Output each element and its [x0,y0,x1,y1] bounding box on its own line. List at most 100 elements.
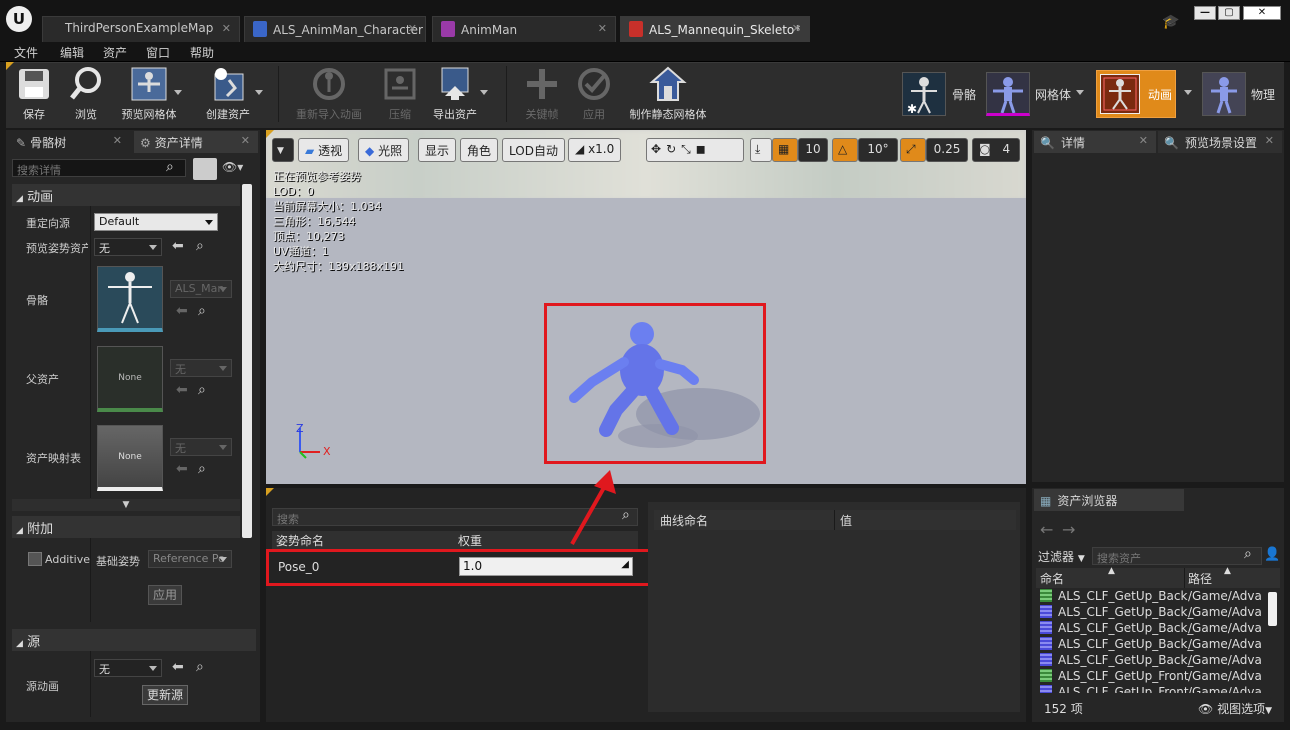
expand-advanced-icon[interactable]: ▼ [12,499,240,511]
details-search-input[interactable]: 搜索详情 [12,159,186,177]
close-icon[interactable]: ✕ [113,134,122,147]
source-animation-select[interactable]: 无 [94,659,162,677]
additive-checkbox[interactable] [28,552,42,566]
use-selected-arrow-icon[interactable]: ⬅ [176,303,188,319]
col-pose-name[interactable]: 姿势命名 [276,534,324,548]
list-item[interactable]: ALS_CLF_GetUp_Back_/Game/Adva [1040,621,1262,637]
rotation-snap-icon[interactable]: △ [832,138,858,162]
chevron-down-icon[interactable] [1184,90,1192,95]
search-icon[interactable]: ⌕ [166,159,174,175]
forward-arrow-icon[interactable]: → [1062,520,1075,539]
maximize-button[interactable]: ▢ [1218,6,1240,20]
menu-help[interactable]: 帮助 [190,44,214,61]
scale-snap-button[interactable]: 0.25 [926,138,968,162]
view-options-button[interactable]: 👁 视图选项▼ [1198,700,1272,717]
view-mode-button[interactable]: ▰ 透视 [298,138,350,162]
mode-skeleton-label[interactable]: 骨骼 [952,86,976,103]
asset-mapping-thumbnail[interactable]: None [97,425,163,491]
learn-icon[interactable]: 🎓 [1162,14,1179,30]
scale-snap-icon[interactable]: ⤢ [900,138,926,162]
eye-icon[interactable]: 👁▾ [222,160,243,174]
user-icon[interactable]: 👤 [1264,547,1280,562]
tab-third-person-map[interactable]: ThirdPersonExampleMap ✕ [42,16,240,42]
browse-search-icon[interactable]: ⌕ [198,303,206,319]
tab-preview-scene-settings[interactable]: 🔍 预览场景设置 ✕ [1158,131,1282,153]
search-icon[interactable]: ⌕ [1244,546,1252,562]
tab-skeleton-tree[interactable]: ✎ 骨骼树 ✕ [10,131,130,153]
close-window-button[interactable]: ✕ [1243,6,1281,20]
chevron-down-icon[interactable] [255,90,263,95]
section-additive[interactable]: ◢ 附加 [12,516,240,538]
col-path[interactable]: 路径 [1188,570,1212,587]
create-asset-button[interactable]: 创建资产 [200,66,256,122]
rotate-icon[interactable]: ↻ [666,142,676,156]
physics-mode-icon[interactable] [1202,72,1246,116]
menu-window[interactable]: 窗口 [146,44,170,61]
list-item[interactable]: ALS_CLF_GetUp_Back/Game/Adva [1040,589,1262,605]
grid-snap-icon[interactable]: ▦ [772,138,798,162]
unreal-logo-icon[interactable]: U [6,6,32,32]
list-item[interactable]: ALS_CLF_GetUp_Back_/Game/Adva [1040,653,1262,669]
skeleton-thumbnail[interactable] [97,266,163,332]
parent-asset-select[interactable]: 无 [170,359,232,377]
apply-button[interactable]: 应用 [572,66,616,122]
close-icon[interactable]: ✕ [792,22,801,35]
character-button[interactable]: 角色 [460,138,499,162]
save-button[interactable]: 保存 [12,66,56,122]
translate-icon[interactable]: ✥ [651,142,661,156]
col-name[interactable]: 命名 [1040,572,1064,586]
asset-mapping-select[interactable]: 无 [170,438,232,456]
scrollbar[interactable] [242,184,252,538]
preview-mesh-button[interactable]: 预览网格体 [116,66,182,122]
show-button[interactable]: 显示 [418,138,457,162]
menu-asset[interactable]: 资产 [103,44,127,61]
tab-asset-details[interactable]: ⚙ 资产详情 ✕ [134,131,258,153]
chevron-down-icon[interactable] [174,90,182,95]
back-arrow-icon[interactable]: ← [1040,520,1053,539]
tab-als-mannequin-skeleton[interactable]: ALS_Mannequin_Skeleto* ✕ [620,16,810,42]
scale-icon[interactable]: ⤡ [681,142,691,156]
section-source[interactable]: ◢ 源 [12,629,256,651]
reimport-animation-button[interactable]: 重新导入动画 [292,66,366,122]
list-item[interactable]: ALS_CLF_GetUp_Front/Game/Adva [1040,669,1262,685]
close-icon[interactable]: ✕ [598,22,607,35]
browse-search-icon[interactable]: ⌕ [198,461,206,477]
col-curve-name[interactable]: 曲线命名 [660,514,708,528]
filter-button[interactable]: 过滤器 ▼ [1038,548,1085,565]
asset-search-input[interactable]: 搜索资产 [1092,547,1262,565]
base-pose-select[interactable]: Reference Po [148,550,232,568]
grid-size-button[interactable]: 10 [798,138,828,162]
menu-edit[interactable]: 编辑 [60,44,84,61]
apply-additive-button[interactable]: 应用 [148,585,182,605]
retarget-source-select[interactable]: Default [94,213,218,231]
tab-details[interactable]: 🔍 详情 ✕ [1034,131,1156,153]
use-selected-arrow-icon[interactable]: ⬅ [176,461,188,477]
menu-file[interactable]: 文件 [14,44,38,61]
list-item[interactable]: ALS_CLF_GetUp_Front_/Game/Adva [1040,685,1262,693]
section-animation[interactable]: ◢ 动画 [12,184,240,206]
tab-asset-browser[interactable]: ▦ 资产浏览器 [1034,489,1184,511]
use-selected-arrow-icon[interactable]: ⬅ [172,238,184,254]
camera-speed-button[interactable]: ◙ 4 [972,138,1020,162]
keyframe-button[interactable]: 关键帧 [520,66,564,122]
browse-search-icon[interactable]: ⌕ [196,238,204,254]
rotation-snap-button[interactable]: 10° [858,138,898,162]
world-cube-icon[interactable]: ◼ [696,142,706,156]
compress-button[interactable]: 压缩 [378,66,422,122]
col-weight[interactable]: 权重 [458,532,482,549]
skeleton-mode-icon[interactable]: ✱ [902,72,946,116]
parent-asset-thumbnail[interactable]: None [97,346,163,412]
list-item[interactable]: ALS_CLF_GetUp_Back_/Game/Adva [1040,637,1262,653]
asset-list-scrollbar[interactable] [1268,592,1277,626]
browse-search-icon[interactable]: ⌕ [196,659,204,675]
close-icon[interactable]: ✕ [222,22,231,35]
use-selected-arrow-icon[interactable]: ⬅ [176,382,188,398]
close-icon[interactable]: ✕ [241,134,250,147]
sort-ascending-icon[interactable]: ▲ [1108,566,1115,576]
viewport-options-button[interactable]: ▼ [272,138,294,162]
list-view-icon[interactable] [193,158,217,180]
chevron-down-icon[interactable] [480,90,488,95]
browse-search-icon[interactable]: ⌕ [198,382,206,398]
surface-snap-icon[interactable]: ⤓ [750,138,772,162]
make-static-mesh-button[interactable]: 制作静态网格体 [624,66,712,122]
